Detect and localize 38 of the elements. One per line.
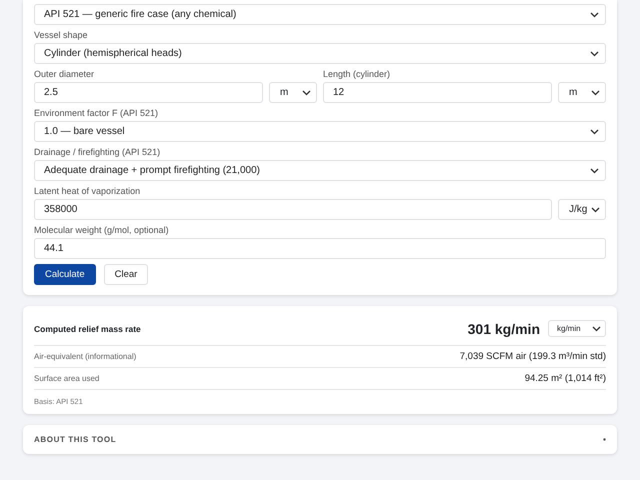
chevron-icon	[302, 90, 311, 96]
input-field[interactable]: 358000	[34, 199, 552, 220]
about-title: ABOUT THIS TOOL	[34, 435, 116, 444]
field-label: Latent heat of vaporization	[34, 186, 142, 196]
unit-select[interactable]: m	[558, 82, 606, 103]
unit-select[interactable]: J/kg	[558, 199, 606, 220]
result-title: Computed relief mass rate	[34, 324, 141, 334]
field-label: Drainage / firefighting (API 521)	[34, 147, 162, 157]
dropdown-field[interactable]: 1.0 — bare vessel	[34, 121, 606, 142]
dropdown-field[interactable]: API 521 — generic fire case (any chemical)	[34, 4, 606, 25]
chevron-icon	[590, 12, 599, 18]
field-label: Outer diameter	[34, 69, 96, 79]
chevron-icon	[591, 206, 600, 212]
chevron-icon	[590, 168, 599, 174]
result-label: Air-equivalent (informational)	[34, 352, 136, 361]
chevron-icon	[592, 326, 601, 332]
result-value: 301 kg/min	[468, 320, 540, 336]
unit-select[interactable]: m	[269, 82, 317, 103]
result-value: 94.25 m² (1,014 ft²)	[524, 373, 606, 384]
chevron-icon	[591, 90, 600, 96]
input-field[interactable]: 44.1	[34, 238, 606, 259]
field-label: Vessel shape	[34, 30, 89, 40]
field-label: Molecular weight (g/mol, optional)	[34, 225, 170, 235]
result-value: 7,039 SCFM air (199.3 m³/min std)	[460, 351, 606, 362]
dropdown-field[interactable]: Cylinder (hemispherical heads)	[34, 43, 606, 64]
chevron-icon	[590, 128, 599, 134]
field-label: Environment factor F (API 521)	[34, 108, 160, 118]
chevron-icon	[590, 50, 599, 56]
input-field[interactable]: 2.5	[34, 82, 263, 103]
result-label: Surface area used	[34, 374, 100, 383]
dropdown-field[interactable]: Adequate drainage + prompt firefighting (21,000)	[34, 160, 606, 181]
unit-select[interactable]: kg/min	[548, 320, 606, 337]
clear-button[interactable]: Clear	[104, 264, 148, 285]
dot-icon	[603, 438, 606, 441]
calculate-button[interactable]: Calculate	[34, 264, 96, 285]
input-field[interactable]: 12	[323, 82, 552, 103]
field-label: Length (cylinder)	[323, 69, 392, 79]
about-panel[interactable]: ABOUT THIS TOOL	[23, 425, 617, 454]
